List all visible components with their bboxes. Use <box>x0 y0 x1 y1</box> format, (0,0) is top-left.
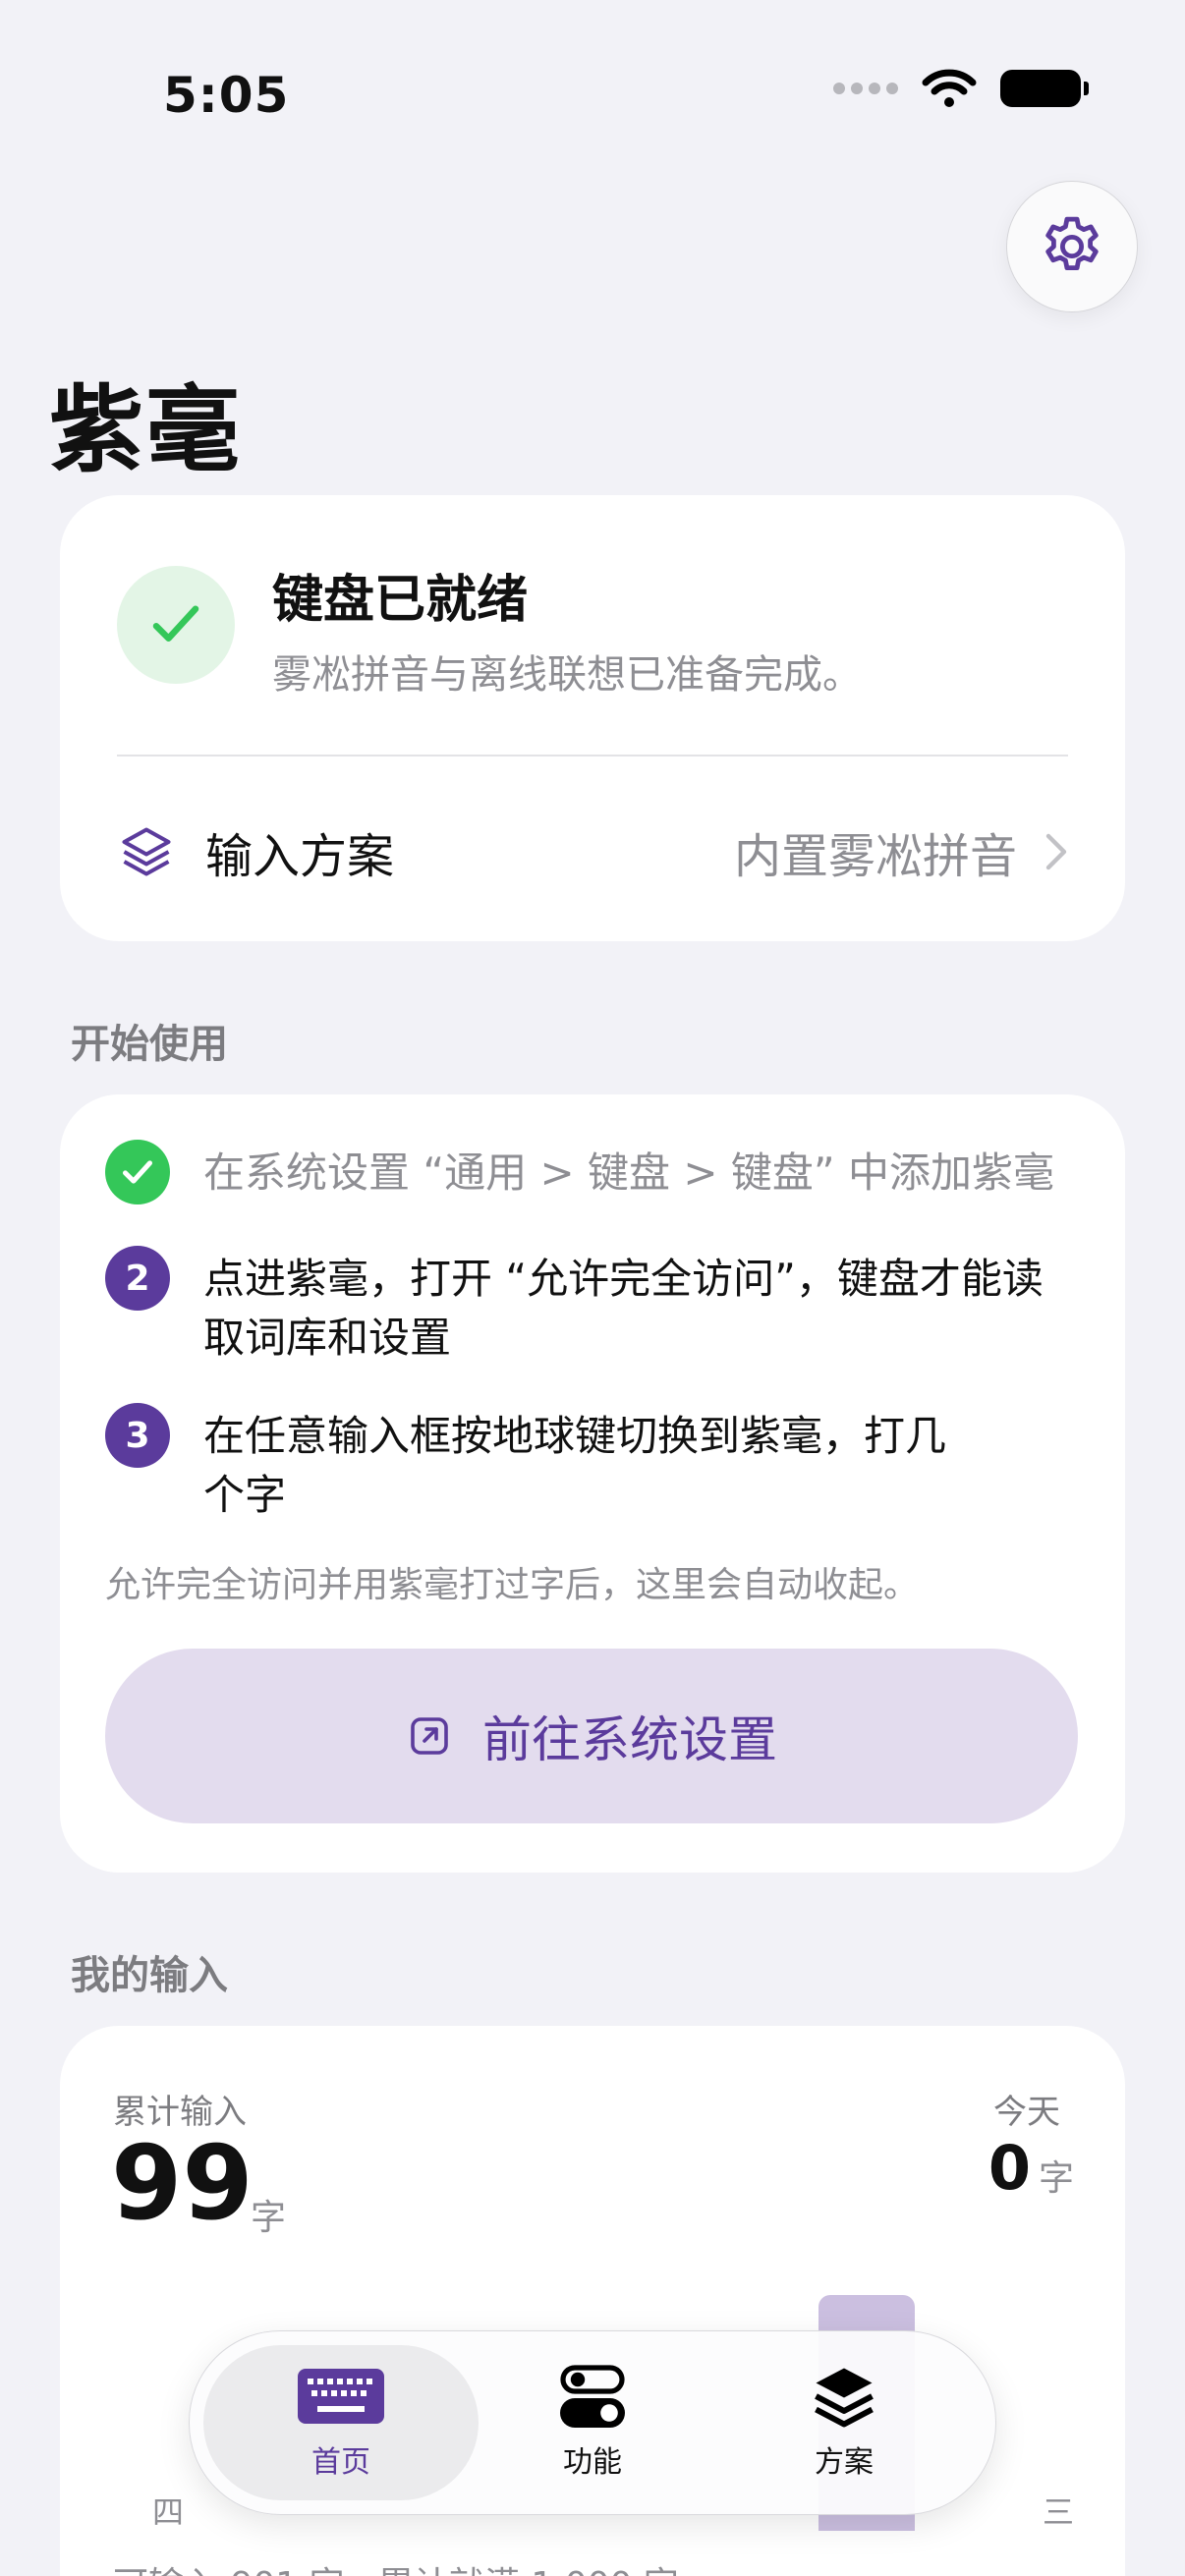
step-text: 点进紫毫，打开 “允许完全访问”，键盘才能读取词库和设置 <box>203 1255 1044 1362</box>
battery-icon <box>1000 70 1089 107</box>
chevron-right-icon <box>1044 832 1068 871</box>
open-system-settings-button[interactable]: 前往系统设置 <box>105 1649 1078 1823</box>
step-done-badge <box>105 1140 170 1204</box>
step-add-keyboard: 在系统设置 “通用 > 键盘 > 键盘” 中添加紫毫 <box>105 1140 1066 1204</box>
step-text: 在系统设置 “通用 > 键盘 > 键盘” 中添加紫毫 <box>203 1148 1055 1197</box>
keyboard-ready-title: 键盘已就绪 <box>272 571 529 630</box>
checkmark-icon <box>123 1160 152 1184</box>
keyboard-ready-subtitle: 雾凇拼音与离线联想已准备完成。 <box>272 652 862 698</box>
input-scheme-row[interactable]: 输入方案 内置雾凇拼音 <box>117 788 1068 916</box>
tab-schemes-label: 方案 <box>815 2445 874 2480</box>
day-label: 三 <box>1042 2493 1074 2531</box>
step-switch-keyboard: 3 在任意输入框按地球键切换到紫毫，打几个字 <box>105 1403 958 1525</box>
total-input-unit: 字 <box>251 2198 287 2238</box>
step-text: 在任意输入框按地球键切换到紫毫，打几个字 <box>203 1412 947 1519</box>
tab-home[interactable]: 首页 <box>203 2345 479 2500</box>
checkmark-icon <box>152 605 199 642</box>
wifi-icon <box>922 69 977 107</box>
tab-schemes[interactable]: 方案 <box>706 2345 982 2500</box>
total-input-value: 99 <box>111 2123 254 2243</box>
today-label: 今天 <box>993 2093 1060 2132</box>
step-full-access: 2 点进紫毫，打开 “允许完全访问”，键盘才能读取词库和设置 <box>105 1246 1066 1368</box>
tab-features-label: 功能 <box>563 2445 622 2480</box>
getting-started-card: 在系统设置 “通用 > 键盘 > 键盘” 中添加紫毫 2 点进紫毫，打开 “允许… <box>60 1094 1125 1873</box>
steps-note: 允许完全访问并用紫毫打过字后，这里会自动收起。 <box>105 1565 920 1605</box>
my-input-header: 我的输入 <box>71 1953 228 1998</box>
app-home-screen: 5:05 紫毫 键盘已就绪 雾凇拼音与离线联想已准备完成。 输入方案 内置雾凇拼… <box>0 0 1185 2576</box>
input-scheme-value: 内置雾凇拼音 <box>733 829 1017 884</box>
keyboard-icon <box>298 2365 384 2428</box>
tab-features[interactable]: 功能 <box>455 2345 730 2500</box>
toggles-icon <box>560 2365 625 2428</box>
layers-icon <box>117 822 176 881</box>
input-summary: 可输入 901 字 · 累计就满 1,000 字 <box>113 2556 679 2576</box>
layers-icon <box>809 2365 879 2428</box>
cellular-signal-icon <box>833 83 898 94</box>
today-unit: 字 <box>1038 2158 1074 2199</box>
step-number-badge: 3 <box>105 1403 170 1468</box>
getting-started-header: 开始使用 <box>71 1022 228 1067</box>
external-link-icon <box>406 1712 453 1760</box>
tab-bar: 首页 功能 方案 <box>189 2330 996 2515</box>
keyboard-status-card: 键盘已就绪 雾凇拼音与离线联想已准备完成。 输入方案 内置雾凇拼音 <box>60 495 1125 941</box>
open-system-settings-label: 前往系统设置 <box>482 1711 777 1768</box>
settings-button[interactable] <box>1006 181 1138 312</box>
gear-icon <box>1045 216 1099 270</box>
ready-check-badge <box>117 566 235 684</box>
status-indicators <box>833 69 1089 108</box>
status-time: 5:05 <box>163 67 290 124</box>
day-label: 四 <box>152 2493 185 2531</box>
today-value: 0 <box>988 2132 1031 2204</box>
input-scheme-label: 输入方案 <box>205 829 395 884</box>
page-title: 紫毫 <box>49 375 242 485</box>
step-number-badge: 2 <box>105 1246 170 1311</box>
tab-home-label: 首页 <box>311 2445 370 2480</box>
divider <box>117 755 1068 756</box>
